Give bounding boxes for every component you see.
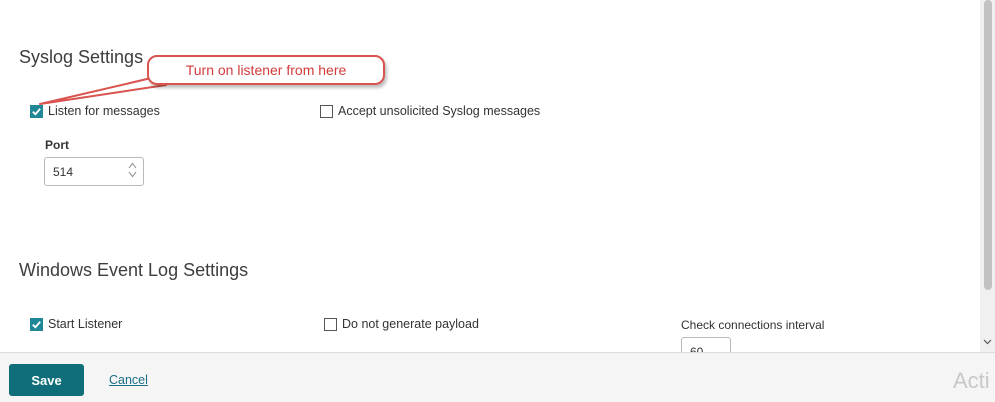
syslog-settings-title: Syslog Settings — [19, 47, 144, 67]
accept-unsolicited-label: Accept unsolicited Syslog messages — [338, 104, 541, 118]
accept-unsolicited-checkbox[interactable]: Accept unsolicited Syslog messages — [320, 104, 540, 118]
save-button[interactable]: Save — [9, 364, 84, 396]
payload-checkbox-box[interactable] — [324, 317, 337, 331]
annotation-text: Turn on listener from here — [185, 62, 347, 78]
interval-value: 60 — [690, 345, 704, 352]
do-not-generate-payload-label: Do not generate payload — [342, 317, 479, 331]
annotation-callout: Turn on listener from here — [147, 55, 385, 85]
start-listener-label: Start Listener — [48, 317, 123, 331]
chevron-down-icon — [983, 339, 992, 345]
scroll-down-button[interactable] — [982, 336, 993, 348]
settings-panel: Syslog Settings Listen for messages Acce… — [0, 0, 980, 352]
accept-checkbox-box[interactable] — [320, 104, 333, 118]
windows-event-log-title: Windows Event Log Settings — [19, 260, 249, 280]
do-not-generate-payload-checkbox[interactable]: Do not generate payload — [324, 317, 479, 331]
check-icon — [32, 320, 41, 329]
scrollbar-thumb[interactable] — [984, 0, 992, 290]
listen-for-messages-checkbox[interactable]: Listen for messages — [30, 104, 160, 118]
up-down-arrows-icon[interactable] — [128, 162, 137, 178]
port-input[interactable]: 514 — [44, 157, 144, 186]
check-icon — [32, 107, 41, 116]
listen-for-messages-label: Listen for messages — [48, 104, 160, 118]
check-connections-interval-input[interactable]: 60 — [681, 337, 731, 352]
footer-bar: Save Cancel Acti — [0, 352, 995, 402]
port-label: Port — [45, 138, 69, 152]
port-value: 514 — [53, 164, 74, 179]
activation-watermark: Acti — [953, 368, 990, 393]
cancel-link[interactable]: Cancel — [109, 373, 148, 387]
start-listener-box[interactable] — [30, 317, 43, 331]
listen-checkbox-box[interactable] — [30, 104, 43, 118]
start-listener-checkbox[interactable]: Start Listener — [30, 317, 122, 331]
check-connections-interval-label: Check connections interval — [681, 318, 825, 332]
